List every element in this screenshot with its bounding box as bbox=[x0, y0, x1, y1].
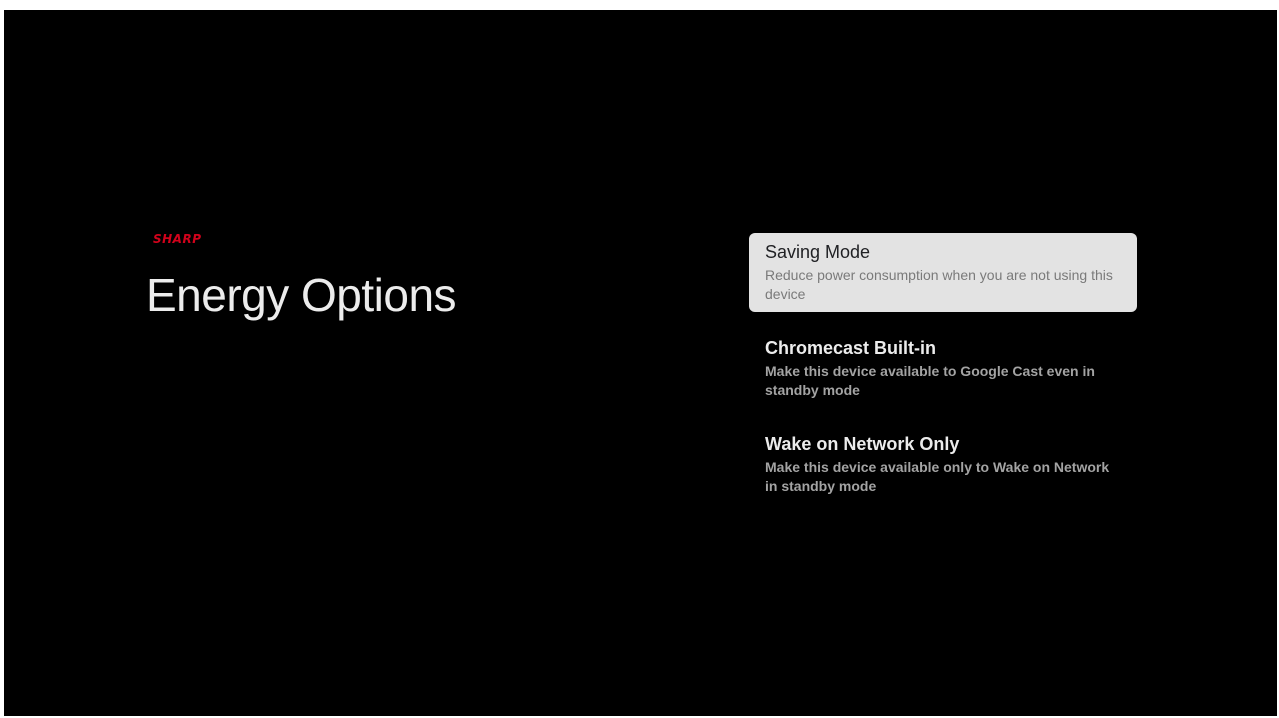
menu-item-title: Wake on Network Only bbox=[765, 434, 960, 454]
tv-screen: SHARP Energy Options Saving Mode Reduce … bbox=[4, 10, 1277, 716]
menu-item-description: Make this device available only to Wake … bbox=[765, 459, 1110, 494]
menu-item-description: Reduce power consumption when you are no… bbox=[765, 267, 1113, 302]
energy-options-menu: Saving Mode Reduce power consumption whe… bbox=[749, 233, 1137, 521]
menu-item-title: Chromecast Built-in bbox=[765, 338, 937, 358]
menu-item-wake-on-network-only[interactable]: Wake on Network Only Make this device av… bbox=[749, 425, 1137, 504]
menu-item-title: Saving Mode bbox=[765, 242, 871, 262]
menu-item-description: Make this device available to Google Cas… bbox=[765, 363, 1095, 398]
menu-item-saving-mode[interactable]: Saving Mode Reduce power consumption whe… bbox=[749, 233, 1137, 312]
sharp-logo: SHARP bbox=[153, 232, 202, 246]
page-title: Energy Options bbox=[146, 269, 457, 321]
menu-item-chromecast-built-in[interactable]: Chromecast Built-in Make this device ava… bbox=[749, 329, 1137, 408]
